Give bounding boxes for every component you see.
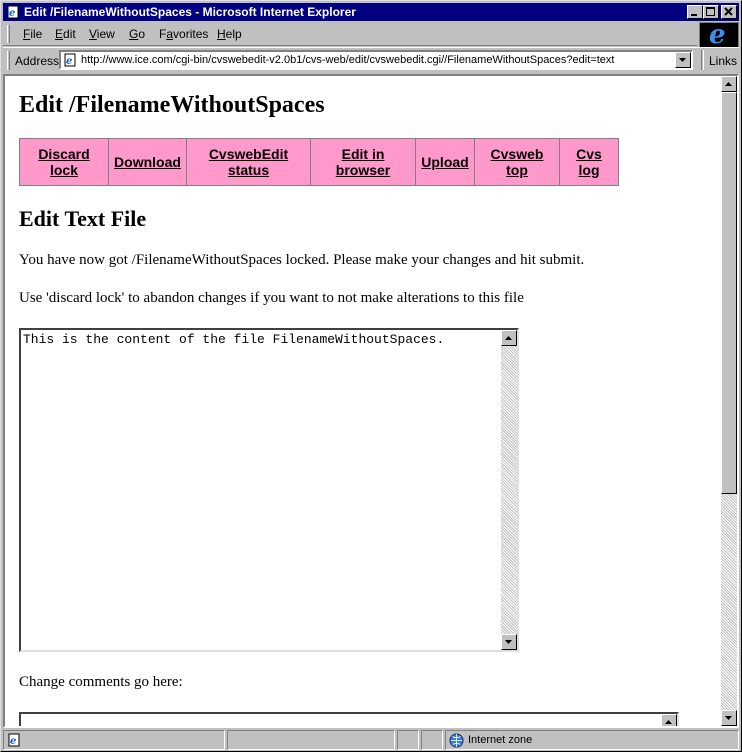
nav-upload-link[interactable]: Upload: [416, 139, 475, 185]
page-scrollbar[interactable]: [721, 76, 737, 726]
file-content-textarea[interactable]: This is the content of the file Filename…: [19, 328, 519, 652]
maximize-icon: [706, 7, 715, 16]
menu-file[interactable]: File: [23, 27, 42, 41]
arrow-down-icon: [505, 640, 512, 644]
textarea-scrollbar[interactable]: [501, 330, 517, 650]
status-zone: Internet zone: [445, 730, 739, 750]
comments-textarea[interactable]: [19, 712, 679, 726]
nav-download-link[interactable]: Download: [109, 139, 187, 185]
status-main: e: [3, 730, 225, 750]
menu-view[interactable]: View: [89, 27, 115, 41]
maximize-button[interactable]: [703, 5, 719, 19]
section-title: Edit Text File: [19, 206, 147, 231]
globe-icon: [449, 733, 464, 748]
window-title: Edit /FilenameWithoutSpaces - Microsoft …: [24, 5, 356, 19]
links-button[interactable]: Links: [709, 54, 737, 68]
status-panel: [421, 730, 443, 750]
scroll-up-button[interactable]: [501, 330, 517, 346]
nav-cvsweb-top-link[interactable]: Cvsweb top: [475, 139, 560, 185]
scroll-down-button[interactable]: [501, 634, 517, 650]
address-input[interactable]: e http://www.ice.com/cgi-bin/cvswebedit-…: [59, 50, 693, 70]
ie-page-icon: e: [7, 5, 19, 19]
arrow-down-icon: [725, 716, 732, 720]
arrow-up-icon: [665, 720, 672, 724]
zone-label: Internet zone: [468, 734, 533, 746]
title-bar: e Edit /FilenameWithoutSpaces - Microsof…: [3, 3, 739, 21]
nav-edit-in-browser-link[interactable]: Edit in browser: [311, 139, 416, 185]
lock-message: You have now got /FilenameWithoutSpaces …: [19, 252, 585, 268]
chevron-down-icon: [679, 58, 686, 62]
comments-scrollbar[interactable]: [661, 714, 677, 726]
menu-go[interactable]: Go: [129, 27, 145, 41]
menu-favorites[interactable]: Favorites: [159, 27, 208, 41]
nav-discard-lock-link[interactable]: Discard lock: [20, 139, 109, 185]
page-scroll-down-button[interactable]: [721, 710, 737, 726]
arrow-up-icon: [505, 336, 512, 340]
minimize-button[interactable]: [687, 5, 703, 19]
menu-bar: File Edit View Go Favorites Help: [3, 22, 697, 46]
links-separator[interactable]: [701, 50, 704, 70]
svg-text:e: e: [66, 56, 72, 67]
toolbar-grip[interactable]: [7, 25, 10, 43]
page-title: Edit /FilenameWithoutSpaces: [19, 92, 325, 118]
status-bar: e Internet zone: [3, 730, 739, 750]
page-icon: e: [8, 733, 20, 747]
nav-table: Discard lock Download CvswebEdit status Ed…: [19, 138, 619, 186]
toolbar-grip[interactable]: [7, 51, 10, 70]
status-panel: [397, 730, 419, 750]
arrow-up-icon: [725, 82, 732, 86]
scroll-up-button[interactable]: [661, 714, 677, 726]
discard-hint: Use 'discard lock' to abandon changes if…: [19, 290, 524, 306]
address-dropdown-button[interactable]: [675, 52, 691, 68]
svg-text:e: e: [9, 8, 15, 19]
close-button[interactable]: [721, 5, 737, 19]
file-content-text: This is the content of the file Filename…: [23, 332, 445, 347]
nav-cvswebedit-status-link[interactable]: CvswebEdit status: [187, 139, 311, 185]
menu-edit[interactable]: Edit: [55, 27, 76, 41]
page-viewport: Edit /FilenameWithoutSpaces Discard lock …: [3, 74, 739, 728]
menu-help[interactable]: Help: [217, 27, 242, 41]
svg-text:e: e: [10, 736, 16, 747]
ie-logo-icon: e: [699, 20, 739, 50]
close-icon: [724, 7, 733, 16]
browser-window: e Edit /FilenameWithoutSpaces - Microsof…: [0, 0, 742, 752]
minimize-icon: [691, 14, 697, 16]
address-bar: Address e http://www.ice.com/cgi-bin/cvs…: [3, 47, 739, 72]
comments-label: Change comments go here:: [19, 674, 183, 690]
page-scroll-up-button[interactable]: [721, 76, 737, 92]
page-icon: e: [64, 53, 76, 67]
page-scroll-thumb[interactable]: [721, 92, 737, 494]
address-label: Address: [15, 54, 60, 68]
nav-cvs-log-link[interactable]: Cvs log: [560, 139, 618, 185]
status-progress: [227, 730, 395, 750]
address-url: http://www.ice.com/cgi-bin/cvswebedit-v2…: [81, 54, 615, 66]
